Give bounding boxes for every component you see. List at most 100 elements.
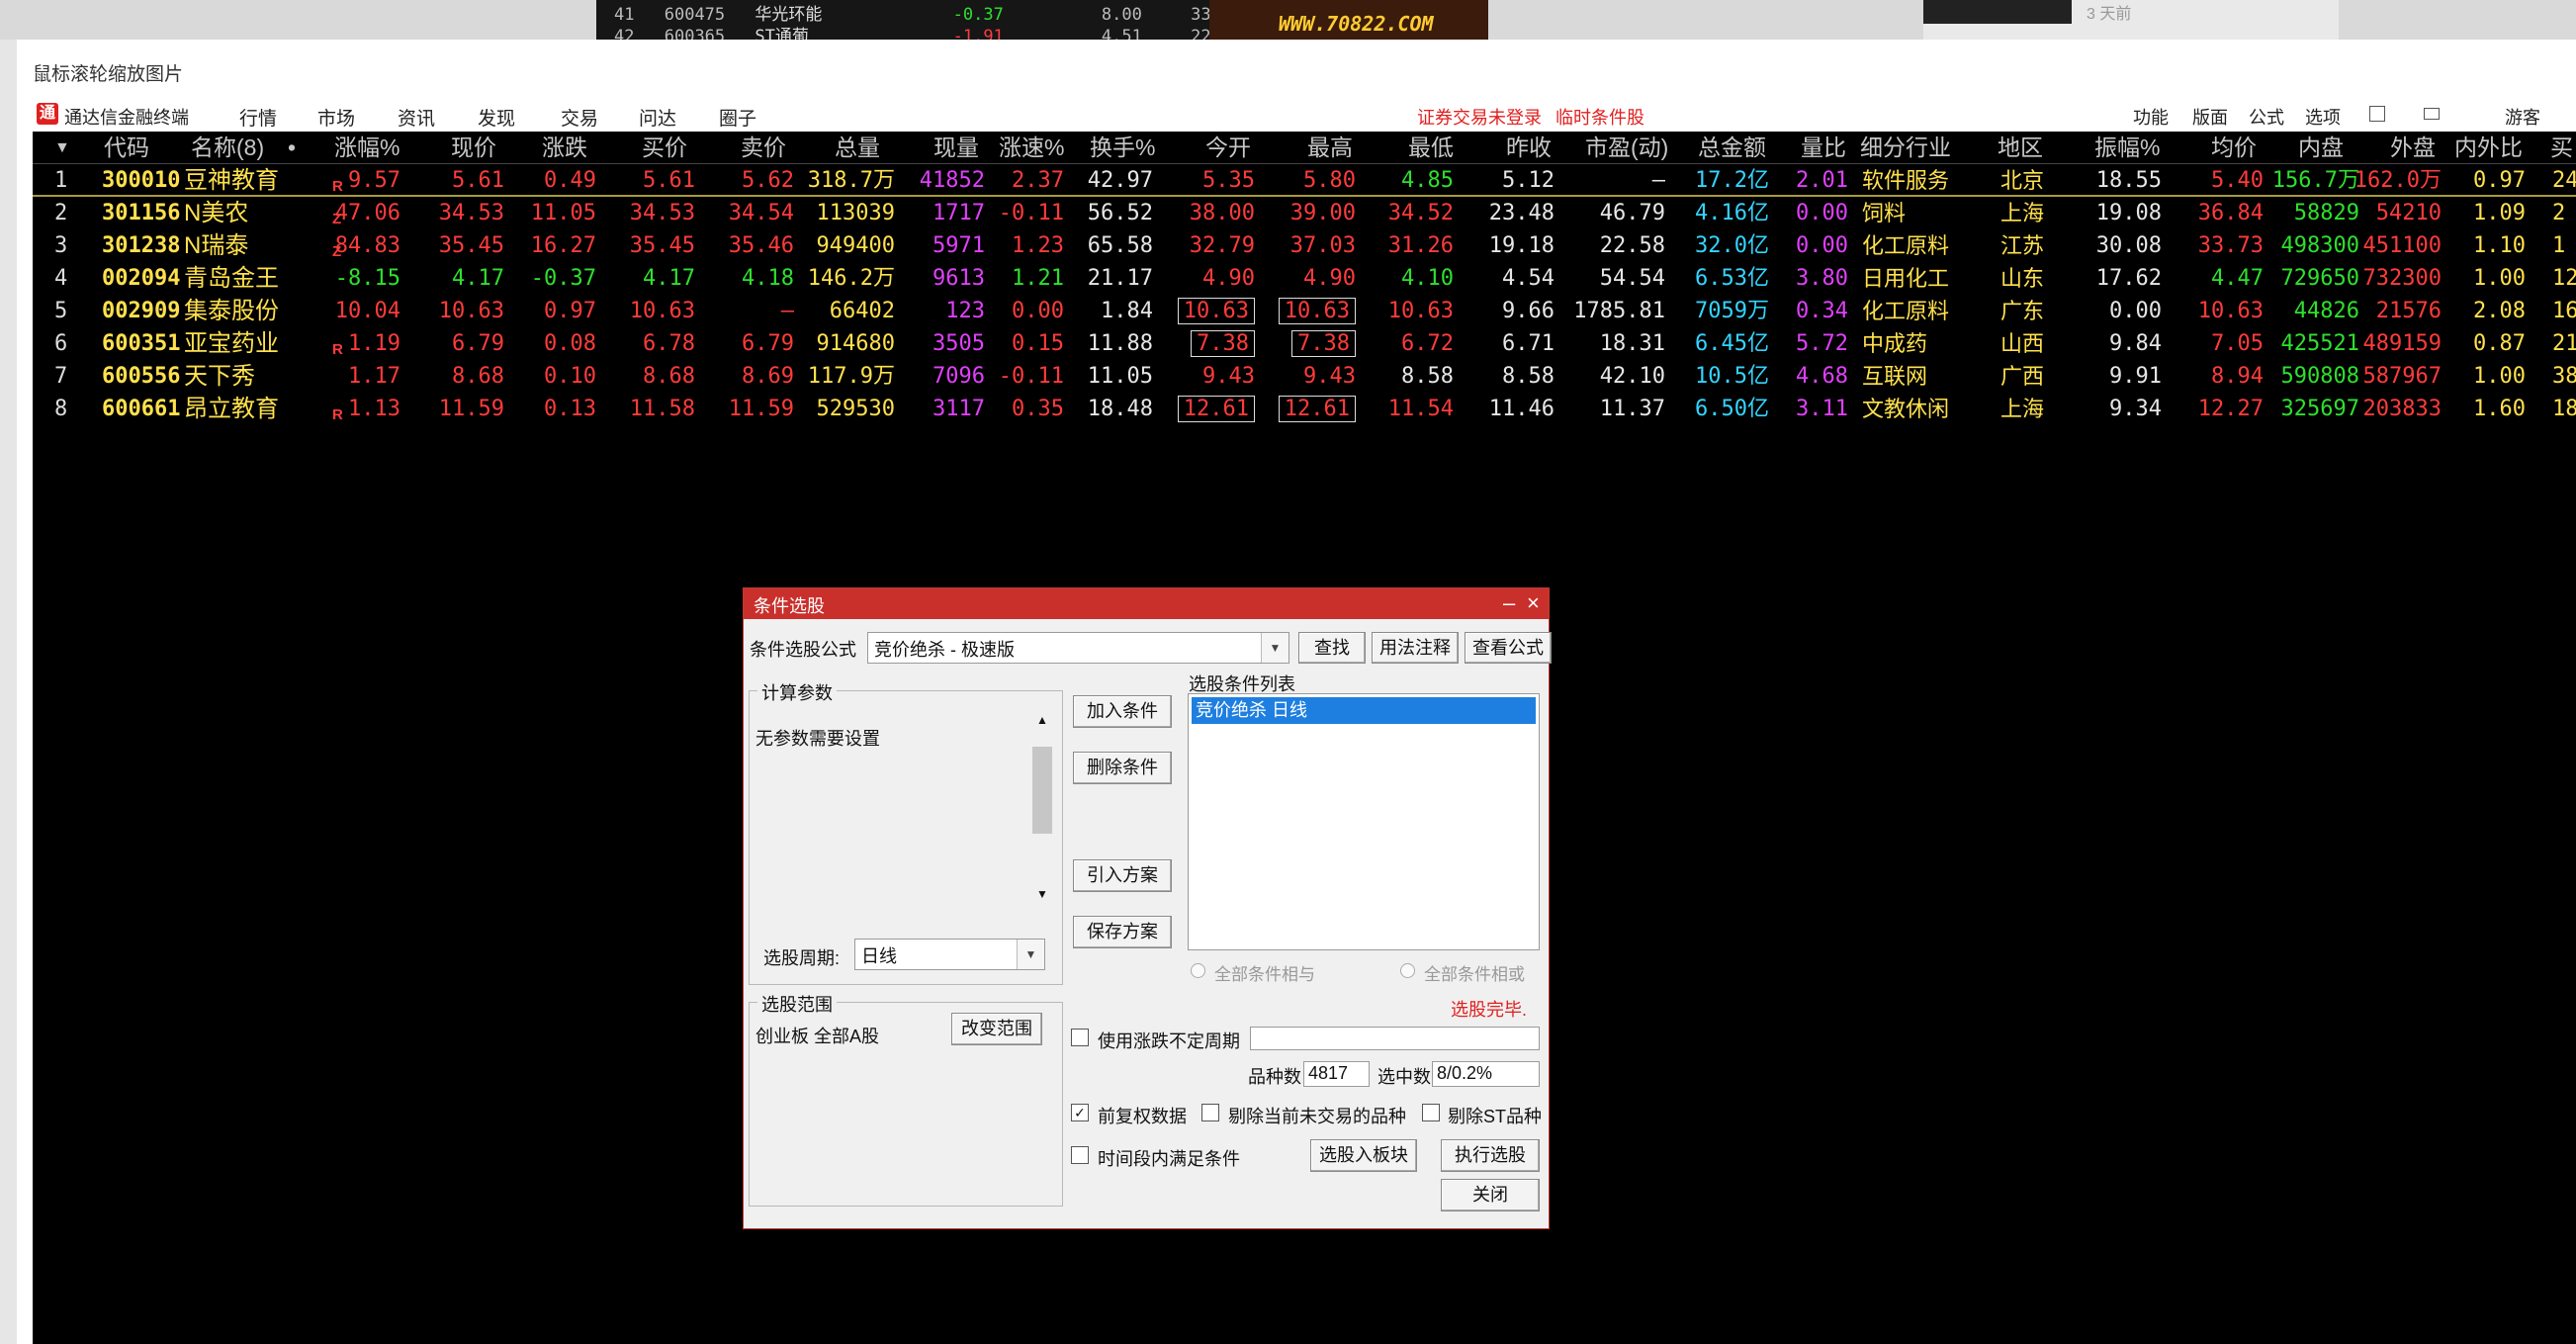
cell-amp: 9.84: [2109, 331, 2162, 356]
column-header[interactable]: 细分行业: [1860, 132, 1951, 164]
menu-item-news[interactable]: 资讯: [398, 104, 435, 131]
column-header[interactable]: 量比: [1801, 132, 1846, 164]
or-radio[interactable]: [1400, 963, 1415, 978]
cell-low: 11.54: [1387, 397, 1454, 421]
table-row[interactable]: 7 600556 天下秀 1.17 8.68 0.10 8.68 8.69 117.9万 7096…: [33, 360, 2576, 393]
menu-formula[interactable]: 公式: [2249, 104, 2284, 130]
execute-select-button[interactable]: 执行选股: [1441, 1139, 1540, 1172]
temp-condition-stock[interactable]: 临时条件股: [1555, 104, 1644, 130]
table-row[interactable]: 5 002909 集泰股份 10.04 10.63 0.97 10.63 – 66402 123 0…: [33, 295, 2576, 327]
params-scrollbar[interactable]: ▲ ▼: [1030, 713, 1054, 903]
table-row[interactable]: 3 301238 N瑞泰 Z 84.83 35.45 16.27 35.45 35.46 9494…: [33, 229, 2576, 262]
close-icon[interactable]: ×: [1527, 590, 1540, 616]
table-row[interactable]: 6 600351 亚宝药业 R 1.19 6.79 0.08 6.78 6.79 914680 35…: [33, 327, 2576, 360]
cell-code: 600661: [102, 397, 181, 421]
table-row[interactable]: 1 300010 豆神教育 R 9.57 5.61 0.49 5.61 5.62 318.7万 41…: [33, 164, 2576, 197]
column-header[interactable]: 买价: [642, 132, 687, 164]
column-header[interactable]: 涨跌: [542, 132, 587, 164]
menu-options[interactable]: 选项: [2305, 104, 2341, 130]
column-header[interactable]: 内外比: [2454, 132, 2523, 164]
column-header[interactable]: 内盘: [2298, 132, 2344, 164]
menu-item-circle[interactable]: 圈子: [719, 104, 756, 131]
cell-turn: 65.58: [1087, 233, 1153, 258]
cell-cur: 123: [945, 299, 985, 323]
column-header[interactable]: 最低: [1408, 132, 1454, 164]
chevron-down-icon[interactable]: ▼: [1261, 633, 1288, 663]
scroll-thumb[interactable]: [1032, 747, 1052, 834]
column-header[interactable]: 现价: [451, 132, 496, 164]
menu-layout[interactable]: 版面: [2192, 104, 2228, 130]
usage-notes-button[interactable]: 用法注释: [1372, 632, 1459, 664]
menu-item-ask[interactable]: 问达: [639, 104, 676, 131]
column-header[interactable]: 名称(8): [191, 132, 264, 164]
scroll-up-icon[interactable]: ▲: [1030, 713, 1054, 727]
guest-user[interactable]: 游客: [2505, 104, 2540, 130]
add-condition-button[interactable]: 加入条件: [1073, 695, 1172, 728]
login-warning[interactable]: 证券交易未登录: [1417, 104, 1542, 130]
column-header[interactable]: 外盘: [2390, 132, 2436, 164]
column-header[interactable]: 涨幅%: [334, 132, 400, 164]
column-header[interactable]: 总量: [835, 132, 880, 164]
find-button[interactable]: 查找: [1298, 632, 1366, 664]
column-header[interactable]: 市盈(动): [1585, 132, 1668, 164]
period-satisfy-checkbox[interactable]: [1071, 1146, 1089, 1164]
period-select[interactable]: 日线 ▼: [854, 939, 1045, 970]
formula-select[interactable]: 竞价绝杀 - 极速版 ▼: [867, 632, 1289, 664]
menu-item-trade[interactable]: 交易: [561, 104, 598, 131]
sort-toggle-icon[interactable]: ▼: [54, 132, 70, 164]
cell-outer: 587967: [2362, 364, 2442, 389]
remove-st-checkbox[interactable]: [1422, 1104, 1440, 1121]
column-header[interactable]: 卖价: [741, 132, 786, 164]
menu-function[interactable]: 功能: [2133, 104, 2169, 130]
table-body: 1 300010 豆神教育 R 9.57 5.61 0.49 5.61 5.62 318.7万 41…: [33, 164, 2576, 425]
add-to-block-button[interactable]: 选股入板块: [1310, 1139, 1417, 1172]
mail-icon[interactable]: [2424, 108, 2440, 120]
delete-condition-button[interactable]: 删除条件: [1073, 752, 1172, 784]
remove-nontrade-checkbox[interactable]: [1201, 1104, 1219, 1121]
table-row[interactable]: 4 002094 青岛金王 -8.15 4.17 -0.37 4.17 4.18 146.2万 9…: [33, 262, 2576, 295]
cell-price: 10.63: [438, 299, 504, 323]
column-header[interactable]: 今开: [1205, 132, 1251, 164]
cell-vr: 4.68: [1796, 364, 1848, 389]
table-row[interactable]: 2 301156 N美农 Z 47.06 34.53 11.05 34.53 34.54 1130…: [33, 197, 2576, 229]
menu-item-exchange[interactable]: 市场: [317, 104, 355, 131]
cell-ratio: 2.08: [2473, 299, 2526, 323]
cell-ratio: 1.00: [2473, 266, 2526, 291]
calculator-icon[interactable]: [2369, 106, 2385, 122]
save-plan-button[interactable]: 保存方案: [1073, 916, 1172, 948]
column-header[interactable]: 地区: [1998, 132, 2043, 164]
and-radio[interactable]: [1191, 963, 1205, 978]
condition-list[interactable]: 竞价绝杀 日线: [1188, 693, 1540, 950]
column-header[interactable]: 振幅%: [2094, 132, 2160, 164]
table-row[interactable]: 8 600661 昂立教育 R 1.13 11.59 0.13 11.58 11.59 52953…: [33, 393, 2576, 425]
column-header[interactable]: •: [288, 132, 296, 164]
chevron-down-icon[interactable]: ▼: [1017, 940, 1044, 969]
uncertain-period-checkbox[interactable]: [1071, 1029, 1089, 1046]
prior-adjust-checkbox[interactable]: ✓: [1071, 1104, 1089, 1121]
import-plan-button[interactable]: 引入方案: [1073, 859, 1172, 892]
column-header[interactable]: 买: [2550, 132, 2573, 164]
column-header[interactable]: 现量: [933, 132, 979, 164]
column-header[interactable]: 均价: [2211, 132, 2257, 164]
scroll-down-icon[interactable]: ▼: [1030, 887, 1054, 901]
cell-speed: 0.15: [1012, 331, 1064, 356]
uncertain-period-input[interactable]: [1250, 1027, 1540, 1050]
dialog-titlebar[interactable]: 条件选股 – ×: [744, 588, 1549, 619]
column-header[interactable]: 代码: [104, 132, 149, 164]
column-header[interactable]: 昨收: [1506, 132, 1552, 164]
column-header[interactable]: 换手%: [1090, 132, 1155, 164]
column-header[interactable]: 最高: [1307, 132, 1353, 164]
list-item[interactable]: 竞价绝杀 日线: [1192, 697, 1536, 724]
cell-chg: 0.49: [544, 168, 596, 193]
change-scope-button[interactable]: 改变范围: [951, 1013, 1042, 1045]
column-header[interactable]: 涨速%: [999, 132, 1064, 164]
menu-item-discover[interactable]: 发现: [478, 104, 515, 131]
cell-amt: 6.45亿: [1695, 331, 1769, 356]
close-button[interactable]: 关闭: [1441, 1179, 1540, 1211]
view-formula-button[interactable]: 查看公式: [1465, 632, 1552, 664]
menu-item-market[interactable]: 行情: [239, 104, 277, 131]
column-header[interactable]: 总金额: [1698, 132, 1766, 164]
app-name[interactable]: 通达信金融终端: [64, 104, 189, 130]
minimize-icon[interactable]: –: [1503, 590, 1515, 616]
thumb-cell: 42: [614, 27, 635, 40]
